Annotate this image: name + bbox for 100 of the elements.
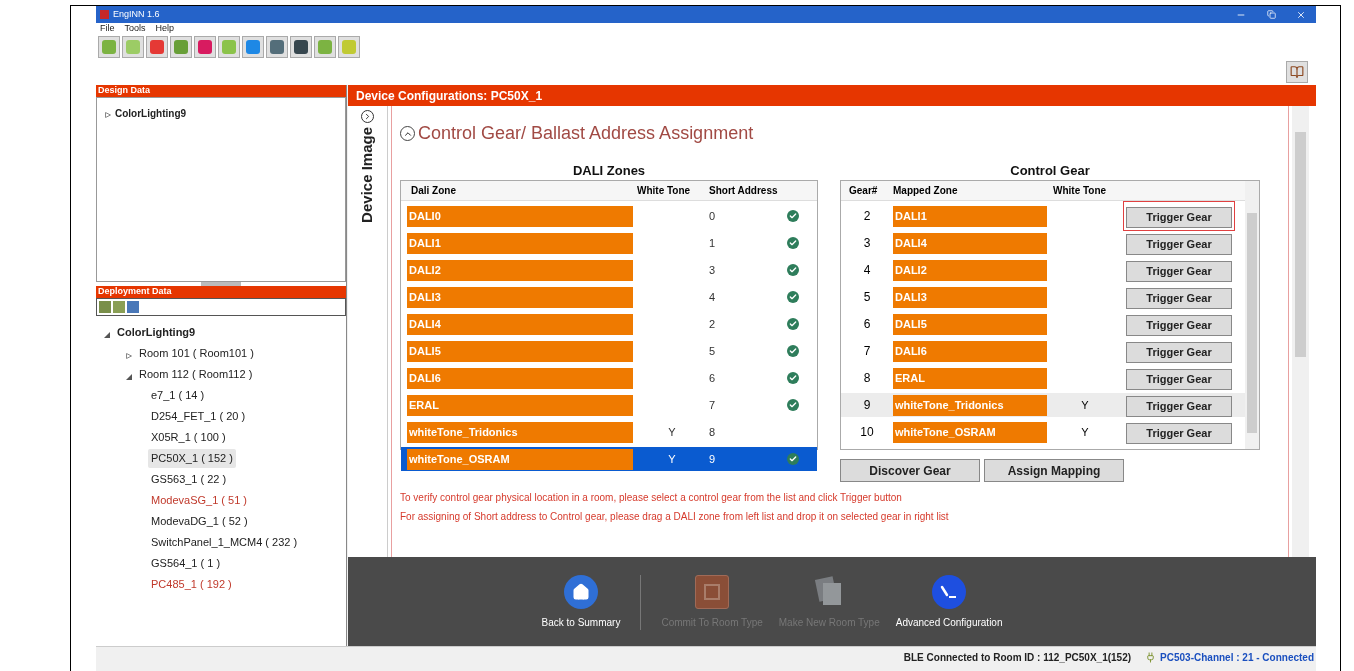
pen-icon[interactable] xyxy=(932,575,967,609)
table-cell-text: 3 xyxy=(708,262,717,278)
scrollbar[interactable] xyxy=(1245,181,1259,449)
zone-label: DALI2 xyxy=(407,259,633,281)
table-cell-text: 8 xyxy=(708,424,717,440)
table-row[interactable]: DALI2 3 xyxy=(401,258,817,282)
column-header: Mapped Zone xyxy=(893,184,959,198)
tree-item[interactable]: SwitchPanel_1_MCM4 ( 232 ) xyxy=(148,533,301,552)
table-cell-text: Y xyxy=(667,451,677,467)
home-icon[interactable] xyxy=(563,575,598,609)
table-cell-text: 7 xyxy=(862,343,872,360)
app-icon xyxy=(100,10,109,19)
close-icon[interactable] xyxy=(1296,9,1306,20)
tree-item[interactable]: ModevaDG_1 ( 52 ) xyxy=(148,512,251,531)
table-row[interactable]: 3 DALI4 Trigger Gear xyxy=(841,231,1245,255)
toolbar-icon[interactable] xyxy=(290,35,312,58)
tree-item[interactable]: e7_1 ( 14 ) xyxy=(148,386,208,405)
trigger-gear-button[interactable]: Trigger Gear xyxy=(1126,233,1232,255)
table-cell-text: 8 xyxy=(862,370,872,387)
toolbar-icon[interactable] xyxy=(194,35,216,58)
section-title: Control Gear/ Ballast Address Assignment xyxy=(418,122,754,145)
trigger-gear-button[interactable]: Trigger Gear xyxy=(1126,395,1232,417)
table-cell-text: 9 xyxy=(862,397,872,414)
zone-label: DALI3 xyxy=(893,286,1047,308)
save-icon[interactable] xyxy=(695,575,730,609)
tree-item[interactable]: ColorLighting9 xyxy=(115,105,187,121)
zone-label: whiteTone_Tridonics xyxy=(407,421,633,443)
table-row[interactable]: whiteTone_Tridonics Y 8 xyxy=(401,420,817,444)
action-button[interactable]: Assign Mapping xyxy=(984,459,1124,482)
table-row[interactable]: 7 DALI6 Trigger Gear xyxy=(841,339,1245,363)
menu-item[interactable]: Help xyxy=(155,21,175,36)
tree-item[interactable]: PC485_1 ( 192 ) xyxy=(148,575,235,594)
table-cell-text: Y xyxy=(1080,397,1090,413)
table-cell-text: 2 xyxy=(708,316,717,332)
table-cell-text: 5 xyxy=(862,289,872,306)
zone-label: DALI5 xyxy=(407,340,633,362)
tree-item[interactable]: X05R_1 ( 100 ) xyxy=(148,428,229,447)
table-row[interactable]: 4 DALI2 Trigger Gear xyxy=(841,258,1245,282)
zone-label: whiteTone_Tridonics xyxy=(893,394,1047,416)
zone-label: DALI2 xyxy=(893,259,1047,281)
trigger-gear-button[interactable]: Trigger Gear xyxy=(1126,314,1232,336)
trigger-gear-button[interactable]: Trigger Gear xyxy=(1126,206,1232,228)
tree-item[interactable]: Room 101 ( Room101 ) xyxy=(136,344,257,363)
column-header: White Tone xyxy=(1053,184,1107,198)
tree-item[interactable]: GS564_1 ( 1 ) xyxy=(148,554,224,573)
restore-icon[interactable] xyxy=(1266,10,1276,19)
trigger-gear-button[interactable]: Trigger Gear xyxy=(1126,260,1232,282)
menu-item[interactable]: Tools xyxy=(124,21,146,36)
table-title: Control Gear xyxy=(1009,162,1091,179)
scrollbar[interactable] xyxy=(1292,106,1309,557)
tree-item[interactable]: GS563_1 ( 22 ) xyxy=(148,470,230,489)
menu-item[interactable]: File xyxy=(100,21,115,36)
zone-label: DALI4 xyxy=(407,313,633,335)
zone-label: ERAL xyxy=(893,367,1047,389)
instruction-text: To verify control gear physical location in a room, please select a control gear from the list and click Trigger button xyxy=(400,491,903,505)
table-row[interactable]: ERAL 7 xyxy=(401,393,817,417)
zone-label: DALI0 xyxy=(407,205,633,227)
tree-item[interactable]: ColorLighting9 xyxy=(114,323,199,342)
table-row[interactable]: DALI6 6 xyxy=(401,366,817,390)
table-row[interactable]: 10 whiteTone_OSRAM Y Trigger Gear xyxy=(841,420,1245,444)
trigger-gear-button[interactable]: Trigger Gear xyxy=(1126,422,1232,444)
column-header: Dali Zone xyxy=(410,184,457,198)
action-label[interactable]: Advanced Configuration xyxy=(895,615,1003,630)
expanded-arrow-icon[interactable] xyxy=(126,373,132,380)
status-text: PC503-Channel : 21 - Connected xyxy=(1160,651,1314,665)
expanded-arrow-icon[interactable] xyxy=(104,331,110,338)
table-row[interactable]: 6 DALI5 Trigger Gear xyxy=(841,312,1245,336)
column-header: Gear# xyxy=(848,184,879,198)
table-row[interactable]: 9 whiteTone_Tridonics Y Trigger Gear xyxy=(841,393,1245,417)
action-button[interactable]: Discover Gear xyxy=(840,459,980,482)
table-cell-text: 5 xyxy=(708,343,717,359)
table-row[interactable]: DALI0 0 xyxy=(401,204,817,228)
side-tab[interactable]: Device Image xyxy=(356,127,379,223)
table-cell-text: 7 xyxy=(708,397,717,413)
action-label[interactable]: Back to Summary xyxy=(541,615,621,630)
table-row[interactable]: DALI5 5 xyxy=(401,339,817,363)
book-icon[interactable] xyxy=(1286,61,1308,83)
tree-item[interactable]: Room 112 ( Room112 ) xyxy=(136,365,256,384)
tree-item[interactable]: ModevaSG_1 ( 51 ) xyxy=(148,491,250,510)
table-row[interactable]: whiteTone_OSRAM Y 9 xyxy=(401,447,817,471)
instruction-text: For assigning of Short address to Control gear, please drag a DALI zone from left list and drop it on selected gear in right list xyxy=(400,510,950,524)
plug-icon xyxy=(1145,652,1157,663)
toolbar-icon[interactable] xyxy=(146,35,168,58)
table-row[interactable]: DALI1 1 xyxy=(401,231,817,255)
table-row[interactable]: 5 DALI3 Trigger Gear xyxy=(841,285,1245,309)
tree-item[interactable]: D254_FET_1 ( 20 ) xyxy=(148,407,249,426)
collapsed-arrow-icon[interactable] xyxy=(126,352,132,359)
trigger-gear-button[interactable]: Trigger Gear xyxy=(1126,287,1232,309)
toolbar-icon[interactable] xyxy=(266,35,288,58)
collapsed-arrow-icon[interactable] xyxy=(105,112,111,118)
table-cell-text: 6 xyxy=(708,370,717,386)
table-cell-text: 9 xyxy=(708,451,717,467)
table-row[interactable]: 2 DALI1 Trigger Gear xyxy=(841,204,1245,228)
panel-header: Deployment Data xyxy=(96,286,346,298)
trigger-gear-button[interactable]: Trigger Gear xyxy=(1126,368,1232,390)
table-row[interactable]: 8 ERAL Trigger Gear xyxy=(841,366,1245,390)
table-row[interactable]: DALI3 4 xyxy=(401,285,817,309)
tree-item[interactable]: PC50X_1 ( 152 ) xyxy=(148,449,236,468)
trigger-gear-button[interactable]: Trigger Gear xyxy=(1126,341,1232,363)
table-row[interactable]: DALI4 2 xyxy=(401,312,817,336)
